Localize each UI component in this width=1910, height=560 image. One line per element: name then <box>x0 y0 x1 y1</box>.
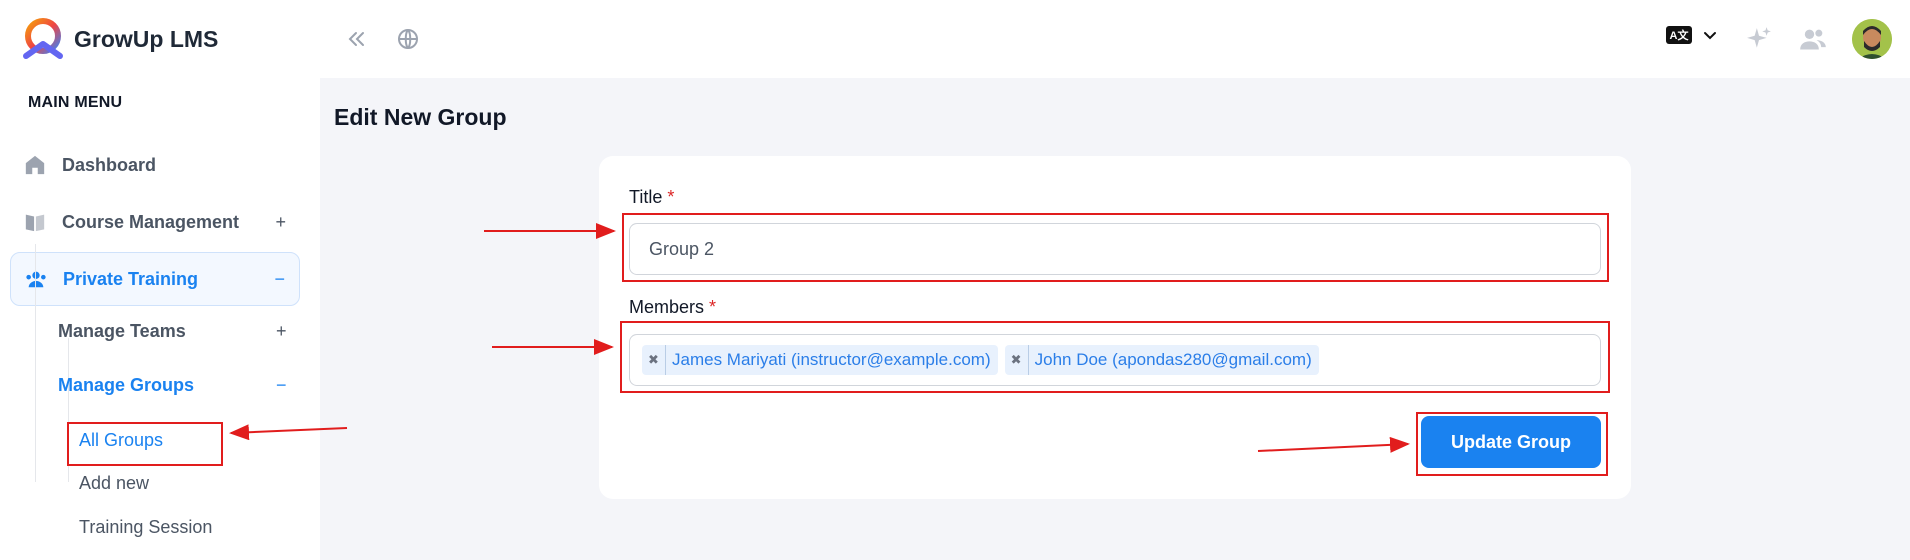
expand-toggle[interactable]: + <box>275 212 286 233</box>
members-label: Members * <box>629 297 716 318</box>
brand-name: GrowUp LMS <box>74 25 219 52</box>
sparkle-icon[interactable] <box>1744 24 1774 54</box>
sidebar-item-dashboard[interactable]: Dashboard <box>10 138 300 192</box>
chevron-down-icon <box>1704 32 1716 40</box>
sidebar-item-label: Course Management <box>62 211 240 232</box>
sidebar-leaf-training-session[interactable]: Training Session <box>79 517 212 538</box>
annotation-box-all-groups <box>67 422 223 466</box>
sidebar-subitem-manage-teams[interactable]: Manage Teams <box>58 321 186 342</box>
expand-toggle[interactable]: + <box>276 321 287 342</box>
top-bar: GrowUp LMS A文 <box>0 0 1910 78</box>
language-switcher[interactable]: A文 <box>1666 26 1718 44</box>
required-mark: * <box>709 297 717 317</box>
globe-icon[interactable] <box>393 24 423 54</box>
title-label: Title * <box>629 187 674 208</box>
users-icon <box>26 271 46 288</box>
annotation-box-members <box>620 321 1610 393</box>
annotation-box-title <box>622 213 1609 282</box>
users-icon[interactable] <box>1798 24 1828 54</box>
collapse-sidebar-icon[interactable] <box>341 24 371 54</box>
brand[interactable]: GrowUp LMS <box>20 16 218 62</box>
sidebar-leaf-add-new[interactable]: Add new <box>79 473 149 494</box>
sidebar-item-private-training[interactable]: Private Training − <box>10 252 300 306</box>
brand-logo-icon <box>23 18 63 59</box>
main-menu-heading: MAIN MENU <box>28 94 123 111</box>
sidebar-item-label: Dashboard <box>62 154 157 175</box>
sidebar-item-label: Private Training <box>63 268 199 289</box>
collapse-toggle[interactable]: − <box>276 375 287 396</box>
members-label-text: Members <box>629 297 705 317</box>
book-icon <box>25 214 45 232</box>
user-avatar[interactable] <box>1852 19 1892 59</box>
sidebar-subitem-manage-groups[interactable]: Manage Groups <box>58 375 194 396</box>
home-icon <box>25 155 45 175</box>
sidebar-item-course-management[interactable]: Course Management + <box>10 195 300 249</box>
tree-connector <box>35 244 36 482</box>
required-mark: * <box>667 187 675 207</box>
collapse-toggle[interactable]: − <box>274 269 285 290</box>
translate-icon: A文 <box>1666 26 1692 44</box>
annotation-box-update <box>1416 412 1608 476</box>
page-title: Edit New Group <box>334 104 507 130</box>
title-label-text: Title <box>629 187 663 207</box>
